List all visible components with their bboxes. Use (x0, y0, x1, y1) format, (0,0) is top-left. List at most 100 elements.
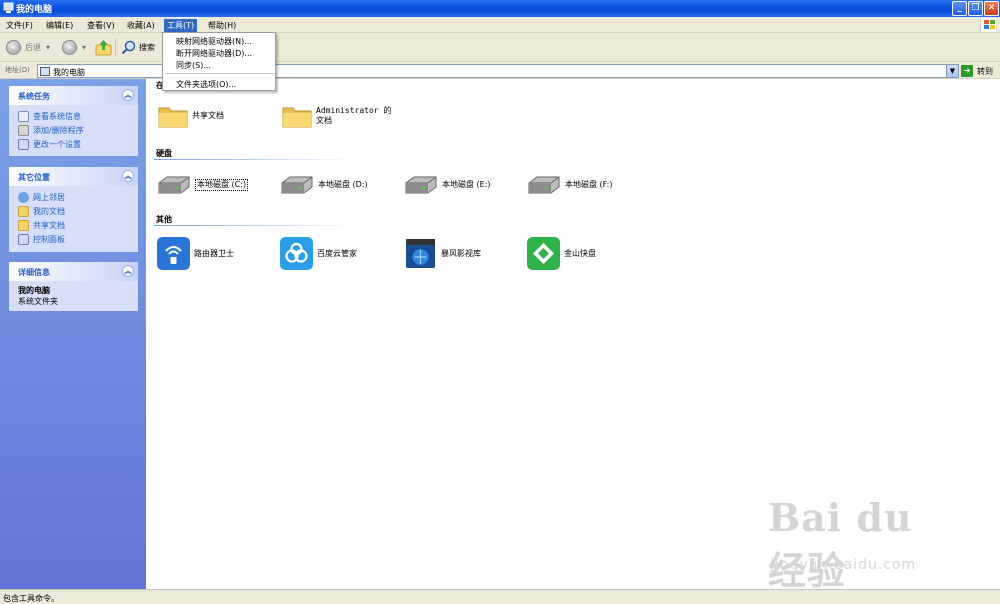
folder-icon (18, 205, 29, 217)
app-router-guard[interactable]: 路由器卫士 (157, 237, 234, 270)
system-tasks-panel: 系统任务 ︽ 查看系统信息 添加/删除程序 更改一个设置 (9, 86, 138, 156)
item-label: 本地磁盘 (C:) (195, 179, 249, 191)
up-folder-button[interactable] (95, 38, 112, 57)
task-view-system-info[interactable]: 查看系统信息 (18, 109, 138, 123)
item-label: 本地磁盘 (D:) (318, 180, 368, 189)
hard-drive-icon (158, 176, 190, 194)
place-label: 共享文档 (33, 220, 65, 230)
add-remove-icon (18, 124, 29, 136)
search-icon (121, 40, 136, 55)
item-label: 本地磁盘 (F:) (565, 180, 613, 189)
task-pane: 系统任务 ︽ 查看系统信息 添加/删除程序 更改一个设置 其它位置 ︽ 网上邻居… (0, 79, 146, 589)
chevron-down-icon[interactable]: ▼ (946, 65, 958, 77)
restore-button[interactable]: ❐ (968, 1, 983, 16)
control-panel-icon (18, 233, 29, 245)
folder-shared-documents[interactable]: 共享文档 (158, 103, 224, 128)
title-bar: 我的电脑 _ ❐ ✕ (0, 0, 1000, 17)
windows-logo-icon (980, 18, 996, 32)
hard-drive-icon (528, 176, 560, 194)
item-label: 路由器卫士 (194, 248, 234, 258)
panel-title: 其它位置 (18, 173, 50, 182)
task-add-remove-programs[interactable]: 添加/删除程序 (18, 123, 138, 137)
hard-drive-icon (281, 176, 313, 194)
collapse-icon[interactable]: ︽ (122, 265, 134, 277)
chevron-down-icon: ▾ (46, 43, 51, 52)
my-computer-icon (40, 67, 50, 76)
details-panel: 详细信息 ︽ 我的电脑 系统文件夹 (9, 262, 138, 311)
search-button[interactable]: 搜索 (121, 38, 155, 57)
details-header[interactable]: 详细信息 ︽ (9, 262, 138, 281)
minimize-button[interactable]: _ (952, 1, 967, 16)
watermark: Bai du 经验 jingyan.baidu.com (768, 495, 948, 593)
place-label: 网上邻居 (33, 192, 65, 202)
system-tasks-header[interactable]: 系统任务 ︽ (9, 86, 138, 105)
menu-view[interactable]: 查看(V) (84, 19, 118, 32)
collapse-icon[interactable]: ︽ (122, 89, 134, 101)
back-button[interactable]: ‹ 后退 ▾ (6, 38, 50, 57)
chevron-down-icon: ▾ (82, 43, 87, 52)
menu-disconnect-network-drive[interactable]: 断开网络驱动器(D)... (176, 48, 252, 59)
folder-icon (158, 107, 188, 128)
router-guard-icon (157, 237, 190, 270)
hard-drive-icon (405, 176, 437, 194)
address-value: 我的电脑 (53, 68, 85, 77)
item-label: Administrator 的文档 (316, 105, 392, 125)
other-places-panel: 其它位置 ︽ 网上邻居 我的文档 共享文档 控制面板 (9, 167, 138, 252)
app-baofeng-library[interactable]: 暴风影视库 (404, 237, 481, 270)
panel-title: 系统任务 (18, 92, 50, 101)
drive-e[interactable]: 本地磁盘 (E:) (404, 175, 491, 195)
drive-d[interactable]: 本地磁盘 (D:) (280, 175, 368, 195)
item-label: 金山快盘 (564, 248, 596, 258)
control-panel-icon (18, 138, 29, 150)
app-kuaipan[interactable]: 金山快盘 (527, 237, 596, 270)
item-label: 百度云管家 (317, 248, 357, 258)
restore-icon: ❐ (971, 3, 980, 13)
detail-type: 系统文件夹 (18, 297, 58, 306)
folder-administrator-documents[interactable]: Administrator 的文档 (282, 103, 396, 128)
menu-folder-options[interactable]: 文件夹选项(O)... (176, 79, 236, 90)
menu-tools[interactable]: 工具(T) (164, 19, 198, 32)
menu-favorites[interactable]: 收藏(A) (124, 19, 158, 32)
task-label: 更改一个设置 (33, 139, 81, 149)
menu-map-network-drive[interactable]: 映射网络驱动器(N)... (176, 36, 252, 47)
watermark-url: jingyan.baidu.com (770, 557, 917, 573)
menu-bar: 文件(F) 编辑(E) 查看(V) 收藏(A) 工具(T) 帮助(H) (0, 17, 1000, 33)
other-places-header[interactable]: 其它位置 ︽ (9, 167, 138, 186)
task-change-setting[interactable]: 更改一个设置 (18, 137, 138, 151)
my-computer-icon (3, 2, 14, 13)
network-icon (18, 191, 29, 203)
menu-help[interactable]: 帮助(H) (205, 19, 239, 32)
menu-file[interactable]: 文件(F) (3, 19, 36, 32)
close-icon: ✕ (987, 3, 996, 13)
tools-menu: 映射网络驱动器(N)... 断开网络驱动器(D)... 同步(S)... 文件夹… (162, 32, 276, 91)
go-button[interactable]: ➜ 转到 (961, 64, 993, 78)
close-button[interactable]: ✕ (984, 1, 999, 16)
toolbar-separator (115, 39, 116, 56)
address-bar: 地址(D) 我的电脑 ▼ ➜ 转到 (0, 62, 1000, 79)
item-label: 本地磁盘 (E:) (442, 180, 491, 189)
drive-f[interactable]: 本地磁盘 (F:) (527, 175, 612, 195)
search-label: 搜索 (139, 43, 155, 52)
drive-c[interactable]: 本地磁盘 (C:) (157, 175, 249, 195)
place-shared-documents[interactable]: 共享文档 (18, 218, 138, 232)
place-my-documents[interactable]: 我的文档 (18, 204, 138, 218)
item-label: 共享文档 (192, 110, 224, 120)
baidu-cloud-icon (280, 237, 313, 270)
back-label: 后退 (25, 43, 41, 52)
system-info-icon (18, 110, 29, 122)
place-label: 我的文档 (33, 206, 65, 216)
place-network[interactable]: 网上邻居 (18, 190, 138, 204)
panel-title: 详细信息 (18, 268, 50, 277)
folder-icon (282, 107, 312, 128)
menu-synchronize[interactable]: 同步(S)... (176, 60, 211, 71)
baofeng-library-icon (406, 239, 435, 268)
go-arrow-icon: ➜ (961, 65, 973, 77)
task-label: 查看系统信息 (33, 111, 81, 121)
group-title-other: 其他 (156, 215, 172, 224)
place-control-panel[interactable]: 控制面板 (18, 232, 138, 246)
forward-button[interactable]: › ▾ (62, 38, 86, 57)
app-baidu-cloud[interactable]: 百度云管家 (280, 237, 357, 270)
menu-edit[interactable]: 编辑(E) (43, 19, 76, 32)
window-title: 我的电脑 (16, 5, 53, 15)
collapse-icon[interactable]: ︽ (122, 170, 134, 182)
